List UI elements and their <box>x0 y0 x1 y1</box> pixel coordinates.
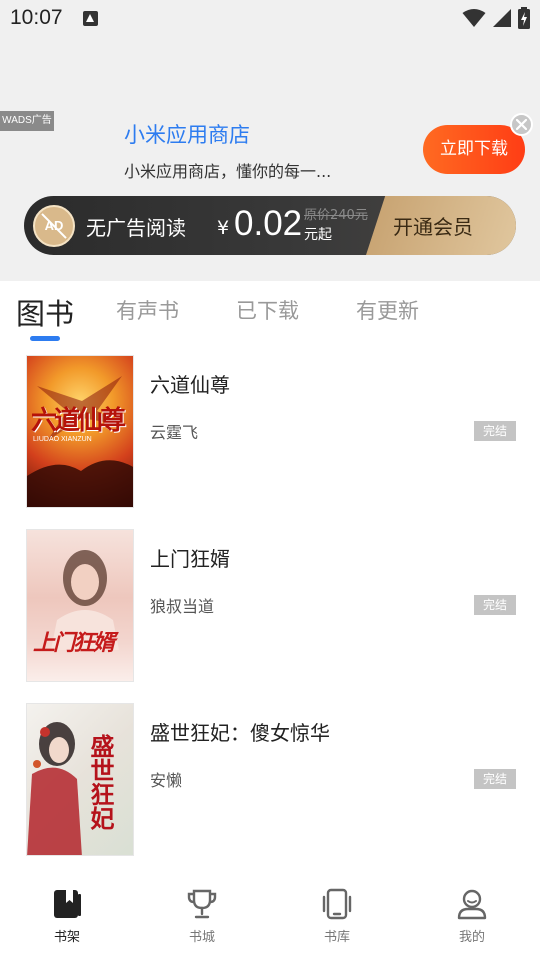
nav-bookstore[interactable]: 书城 <box>167 888 237 948</box>
tab-updated[interactable]: 有更新 <box>356 295 419 325</box>
status-time: 10:07 <box>10 6 63 29</box>
book-item[interactable]: 盛世狂妃 盛世狂妃：傻女惊华 安懒 完结 <box>0 703 540 857</box>
book-cover[interactable]: 盛世狂妃 <box>26 703 134 856</box>
no-ad-icon-text: AD <box>44 218 64 233</box>
status-bar: 10:07 <box>0 0 540 36</box>
active-tab-indicator <box>30 336 60 341</box>
book-title[interactable]: 六道仙尊 <box>150 369 230 398</box>
user-icon <box>457 889 487 920</box>
book-cover[interactable]: 六道仙尊 LIUDAO XIANZUN <box>26 355 134 508</box>
app-notification-icon <box>83 11 98 26</box>
cover-subtitle: LIUDAO XIANZUN <box>33 436 92 443</box>
ad-tag: WADS广告 <box>0 111 54 131</box>
nav-label: 书城 <box>188 930 215 945</box>
bookshelf-icon <box>54 890 81 918</box>
status-badge: 完结 <box>474 595 516 615</box>
nav-profile[interactable]: 我的 <box>437 888 507 948</box>
cover-title: 上门狂婿 <box>33 630 115 656</box>
ad-description[interactable]: 小米应用商店，懂你的每一... <box>124 158 331 182</box>
vip-open-button[interactable]: 开通会员 <box>393 211 473 240</box>
signal-icon <box>493 9 511 27</box>
ad-close-button[interactable] <box>510 113 533 136</box>
ad-title[interactable]: 小米应用商店 <box>124 119 250 149</box>
nav-label: 书库 <box>323 930 350 945</box>
cover-title: 盛世狂妃 <box>86 734 115 830</box>
book-author: 安懒 <box>150 771 183 790</box>
status-badge: 完结 <box>474 421 516 441</box>
book-title[interactable]: 盛世狂妃：傻女惊华 <box>150 717 330 746</box>
vip-price-unit: 元起 <box>304 227 332 243</box>
top-area: 10:07 WADS广告 小米应用商店 小米应用商店，懂你的每一... 立即下载 <box>0 0 540 281</box>
vip-original-price: 原价240元 <box>304 208 368 223</box>
battery-icon <box>518 7 530 29</box>
close-icon <box>516 119 527 130</box>
wifi-icon <box>462 9 486 27</box>
vip-currency: ¥ <box>217 217 230 239</box>
book-title[interactable]: 上门狂婿 <box>150 543 230 572</box>
book-item[interactable]: 上门狂婿 上门狂婿 狼叔当道 完结 <box>0 529 540 683</box>
book-author: 狼叔当道 <box>150 597 215 616</box>
nav-label: 我的 <box>458 930 485 945</box>
vip-banner[interactable]: AD 无广告阅读 ¥ 0.02 原价240元 元起 开通会员 <box>24 196 516 255</box>
book-cover[interactable]: 上门狂婿 <box>26 529 134 682</box>
status-badge: 完结 <box>474 769 516 789</box>
no-ad-icon: AD <box>33 205 75 247</box>
bottom-navigation: 书架 书城 书库 我的 <box>0 878 540 960</box>
trophy-icon <box>187 889 217 919</box>
tab-books[interactable]: 图书 <box>16 291 74 333</box>
nav-label: 书架 <box>53 930 80 945</box>
cover-art <box>51 550 119 650</box>
tab-audiobooks[interactable]: 有声书 <box>116 295 179 325</box>
nav-bookshelf[interactable]: 书架 <box>32 888 102 948</box>
cover-title: 六道仙尊 <box>31 406 126 436</box>
shelf-tabs: 图书 有声书 已下载 有更新 <box>0 281 540 343</box>
book-author: 云霆飞 <box>150 423 199 442</box>
tab-downloaded[interactable]: 已下载 <box>236 295 299 325</box>
vip-price: 0.02 <box>234 204 303 243</box>
ad-download-button[interactable]: 立即下载 <box>423 125 525 174</box>
book-item[interactable]: 六道仙尊 LIUDAO XIANZUN 六道仙尊 云霆飞 完结 <box>0 355 540 509</box>
tablet-icon <box>322 888 352 920</box>
vip-label: 无广告阅读 <box>86 216 186 240</box>
status-icons <box>462 7 530 29</box>
cover-art <box>27 722 82 855</box>
nav-library[interactable]: 书库 <box>302 888 372 948</box>
